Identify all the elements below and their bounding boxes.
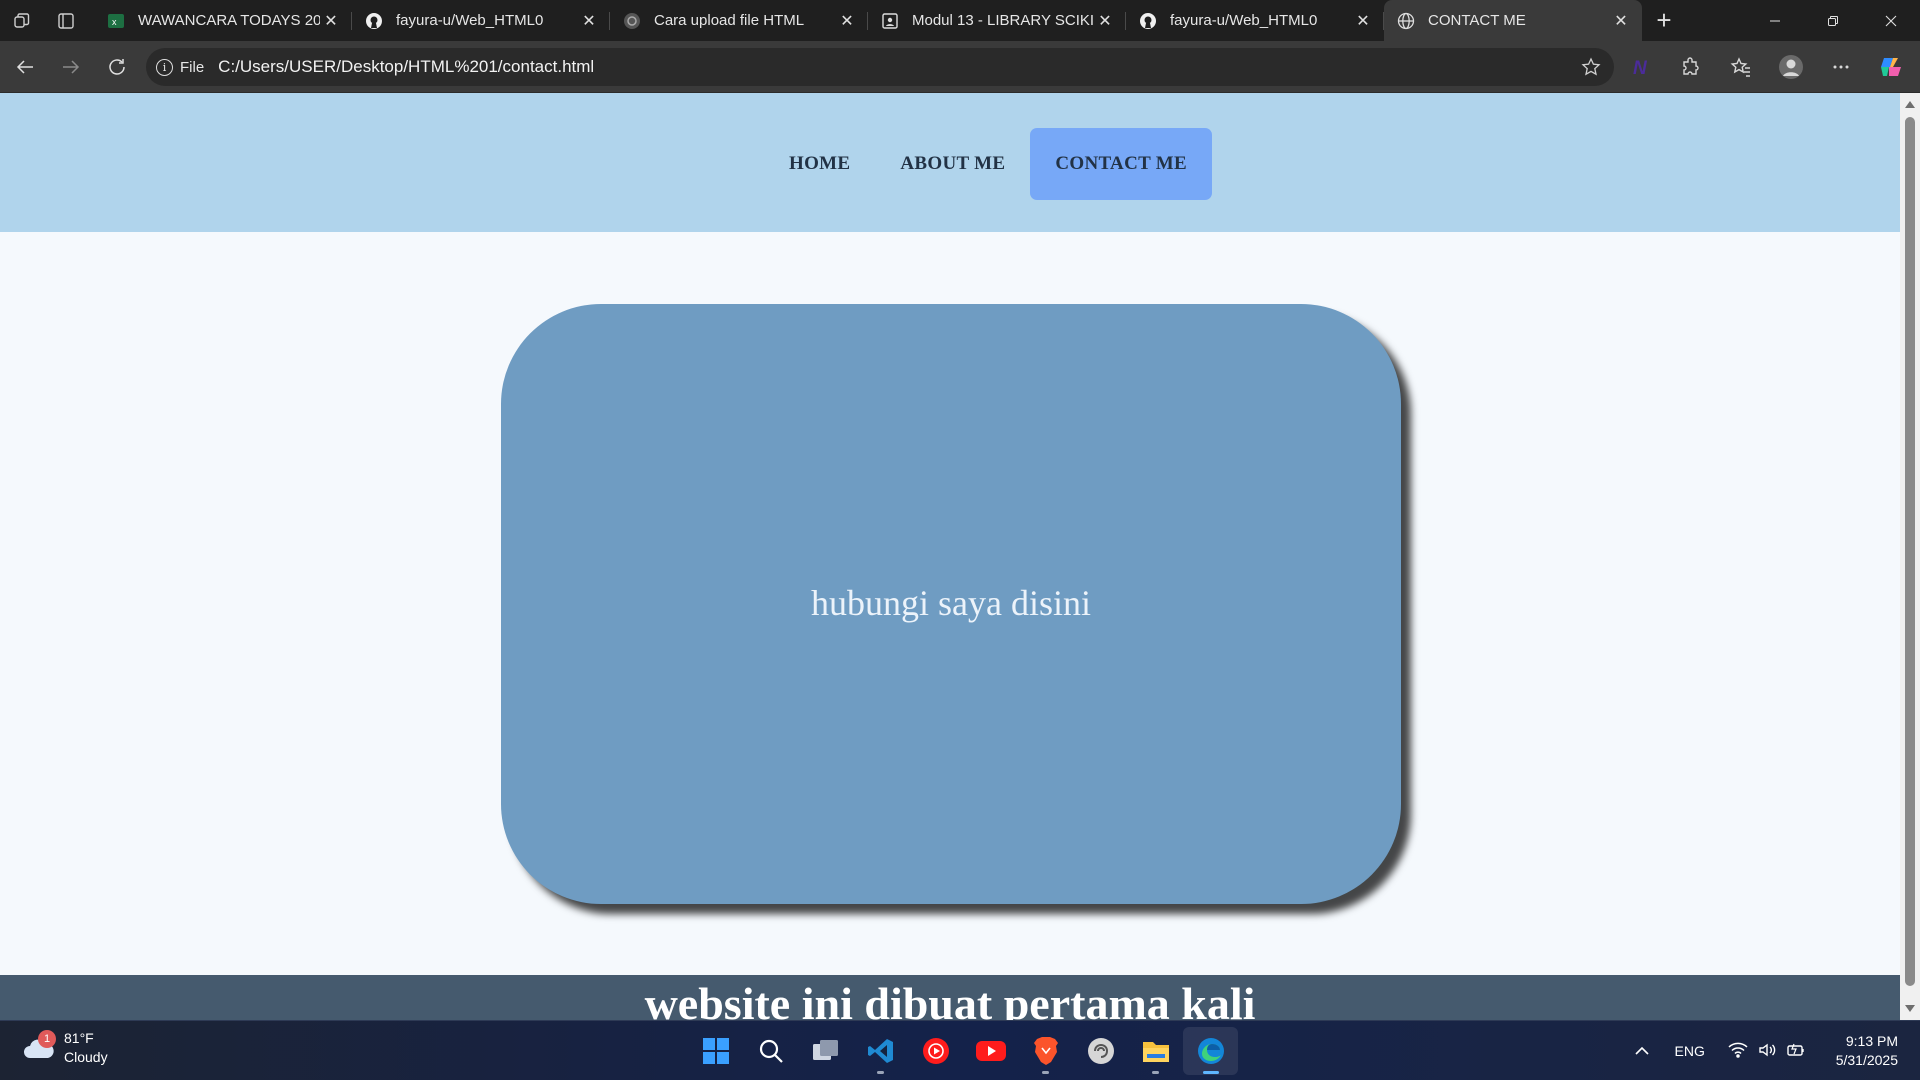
onenote-icon[interactable]: N — [1616, 47, 1666, 87]
tab-github-2[interactable]: fayura-u/Web_HTML0 ✕ — [1126, 0, 1384, 41]
contact-card-text: hubungi saya disini — [811, 583, 1091, 623]
close-icon[interactable]: ✕ — [1610, 10, 1632, 32]
file-explorer-icon[interactable] — [1128, 1027, 1183, 1075]
document-icon — [880, 11, 900, 31]
tab-title: CONTACT ME — [1428, 12, 1526, 29]
window-controls — [1746, 0, 1920, 41]
restore-icon[interactable] — [1804, 0, 1862, 41]
tab-list: x WAWANCARA TODAYS 202 ✕ fayura-u/Web_HT… — [88, 0, 1686, 41]
info-icon: i — [156, 58, 173, 76]
windows-start-icon[interactable] — [688, 1027, 743, 1075]
gear-icon — [622, 11, 642, 31]
edge-icon[interactable] — [1183, 1027, 1238, 1075]
nav-links: HOME ABOUT ME CONTACT ME — [764, 128, 1212, 200]
cloud-icon: 1 — [22, 1030, 58, 1062]
tab-title: fayura-u/Web_HTML0 — [396, 12, 544, 29]
tab-contact-me[interactable]: CONTACT ME ✕ — [1384, 0, 1642, 41]
copilot-icon[interactable] — [1866, 47, 1916, 87]
browser-toolbar: i File C:/Users/USER/Desktop/HTML%201/co… — [0, 41, 1920, 93]
close-icon[interactable]: ✕ — [836, 10, 858, 32]
svg-text:N: N — [1633, 58, 1648, 78]
clock-date: 5/31/2025 — [1835, 1052, 1898, 1068]
battery-icon — [1786, 1042, 1806, 1061]
tab-title: Cara upload file HTML — [654, 12, 805, 29]
contact-card: hubungi saya disini — [501, 304, 1401, 904]
github-icon — [364, 11, 384, 31]
tab-wawancara[interactable]: x WAWANCARA TODAYS 202 ✕ — [94, 0, 352, 41]
running-indicator — [1152, 1071, 1159, 1074]
footer-text: website ini dibuat pertama kali — [644, 978, 1256, 1020]
system-tray: ENG 9:13 PM 5/31/2025 — [1622, 1021, 1920, 1080]
github-icon — [1138, 11, 1158, 31]
youtube-icon[interactable] — [963, 1027, 1018, 1075]
running-indicator — [1203, 1071, 1219, 1074]
weather-condition: Cloudy — [64, 1049, 108, 1065]
favorite-star-icon[interactable] — [1578, 57, 1604, 77]
clock[interactable]: 9:13 PM 5/31/2025 — [1816, 1032, 1920, 1070]
tab-actions-icon[interactable] — [44, 0, 88, 41]
weather-badge: 1 — [38, 1030, 56, 1048]
task-view-icon[interactable] — [798, 1027, 853, 1075]
address-bar[interactable]: i File C:/Users/USER/Desktop/HTML%201/co… — [146, 48, 1614, 86]
tab-title: WAWANCARA TODAYS 202 — [138, 12, 320, 29]
back-icon[interactable] — [2, 47, 48, 87]
page-viewport: HOME ABOUT ME CONTACT ME hubungi saya di… — [0, 93, 1900, 1020]
forward-icon[interactable] — [48, 47, 94, 87]
clock-time: 9:13 PM — [1845, 1033, 1898, 1049]
toolbar-right: N — [1616, 41, 1920, 93]
nav-home-link[interactable]: HOME — [764, 128, 875, 200]
tab-title: Modul 13 - LIBRARY SCIKIT — [912, 12, 1094, 29]
tab-modul-13[interactable]: Modul 13 - LIBRARY SCIKIT ✕ — [868, 0, 1126, 41]
close-icon[interactable]: ✕ — [320, 10, 342, 32]
nav-contact-link[interactable]: CONTACT ME — [1030, 128, 1212, 200]
page-scrollbar[interactable] — [1900, 93, 1920, 1020]
refresh-icon[interactable] — [94, 47, 140, 87]
browser-tab-strip: x WAWANCARA TODAYS 202 ✕ fayura-u/Web_HT… — [0, 0, 1920, 41]
site-info-button[interactable]: i File — [156, 58, 218, 76]
taskbar-apps — [688, 1027, 1238, 1075]
windows-taskbar: 1 81°F Cloudy ENG 9:13 PM 5/31/2025 — [0, 1020, 1920, 1080]
excel-icon: x — [106, 11, 126, 31]
scroll-down-icon[interactable] — [1905, 1005, 1915, 1012]
close-icon[interactable]: ✕ — [578, 10, 600, 32]
close-window-icon[interactable] — [1862, 0, 1920, 41]
quick-settings[interactable] — [1718, 1042, 1816, 1061]
site-footer: website ini dibuat pertama kali — [0, 975, 1900, 1020]
nav-about-link[interactable]: ABOUT ME — [875, 128, 1030, 200]
show-hidden-icons-chevron-icon[interactable] — [1622, 1046, 1662, 1056]
vscode-icon[interactable] — [853, 1027, 908, 1075]
more-menu-icon[interactable] — [1816, 47, 1866, 87]
brave-icon[interactable] — [1018, 1027, 1073, 1075]
profile-avatar[interactable] — [1766, 47, 1816, 87]
running-indicator — [1042, 1071, 1049, 1074]
copilot-app-icon[interactable] — [1073, 1027, 1128, 1075]
workspaces-icon[interactable] — [0, 0, 44, 41]
scroll-up-icon[interactable] — [1905, 101, 1915, 108]
running-indicator — [877, 1071, 884, 1074]
url-text[interactable]: C:/Users/USER/Desktop/HTML%201/contact.h… — [218, 57, 1578, 77]
extensions-icon[interactable] — [1666, 47, 1716, 87]
weather-temp: 81°F — [64, 1030, 94, 1046]
svg-text:x: x — [112, 17, 117, 27]
site-navbar: HOME ABOUT ME CONTACT ME — [0, 93, 1900, 232]
volume-icon — [1758, 1042, 1776, 1061]
close-icon[interactable]: ✕ — [1352, 10, 1374, 32]
tab-github-1[interactable]: fayura-u/Web_HTML0 ✕ — [352, 0, 610, 41]
language-indicator[interactable]: ENG — [1662, 1043, 1718, 1059]
tab-title: fayura-u/Web_HTML0 — [1170, 12, 1318, 29]
youtube-music-icon[interactable] — [908, 1027, 963, 1075]
scheme-label: File — [180, 58, 205, 76]
close-icon[interactable]: ✕ — [1094, 10, 1116, 32]
tab-cara-upload[interactable]: Cara upload file HTML ✕ — [610, 0, 868, 41]
globe-icon — [1396, 11, 1416, 31]
wifi-icon — [1728, 1042, 1748, 1061]
favorites-icon[interactable] — [1716, 47, 1766, 87]
minimize-icon[interactable] — [1746, 0, 1804, 41]
search-icon[interactable] — [743, 1027, 798, 1075]
weather-widget[interactable]: 1 81°F Cloudy — [22, 1029, 108, 1067]
new-tab-button[interactable]: + — [1642, 0, 1686, 41]
scrollbar-thumb[interactable] — [1905, 117, 1915, 986]
